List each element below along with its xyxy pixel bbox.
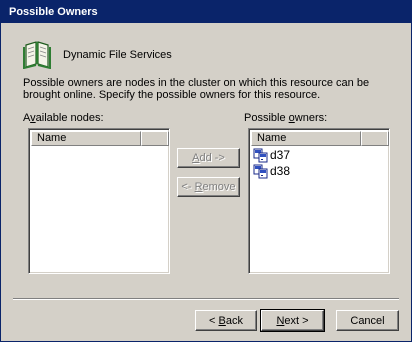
column-header-extra[interactable]: [361, 131, 389, 146]
list-header: Name: [31, 131, 169, 146]
list-item-label: d37: [270, 148, 291, 162]
column-header-extra[interactable]: [141, 131, 169, 146]
available-nodes-label: Available nodes:: [23, 112, 104, 124]
add-button[interactable]: Add ->: [177, 148, 240, 168]
window-title: Possible Owners: [1, 1, 411, 23]
possible-owners-list[interactable]: Name d37 d38: [248, 128, 390, 274]
divider: [13, 298, 399, 300]
description-text: Possible owners are nodes in the cluster…: [23, 77, 370, 101]
cancel-button[interactable]: Cancel: [336, 310, 399, 331]
list-item[interactable]: d38: [253, 163, 290, 179]
cluster-node-icon: [253, 163, 269, 179]
list-item-label: d38: [270, 164, 291, 178]
next-button[interactable]: Next >: [260, 309, 325, 332]
back-button[interactable]: < Back: [195, 310, 257, 331]
available-nodes-list[interactable]: Name: [28, 128, 170, 274]
possible-owners-label: Possible owners:: [244, 112, 328, 124]
book-icon: [23, 39, 51, 70]
list-header: Name: [251, 131, 389, 146]
column-header-name[interactable]: Name: [251, 131, 361, 146]
list-item[interactable]: d37: [253, 147, 290, 163]
column-header-name[interactable]: Name: [31, 131, 141, 146]
cluster-node-icon: [253, 147, 269, 163]
resource-name: Dynamic File Services: [63, 49, 172, 61]
possible-owners-dialog: Possible Owners Dynamic File Services Po…: [0, 0, 412, 342]
remove-button[interactable]: <- Remove: [177, 177, 240, 197]
